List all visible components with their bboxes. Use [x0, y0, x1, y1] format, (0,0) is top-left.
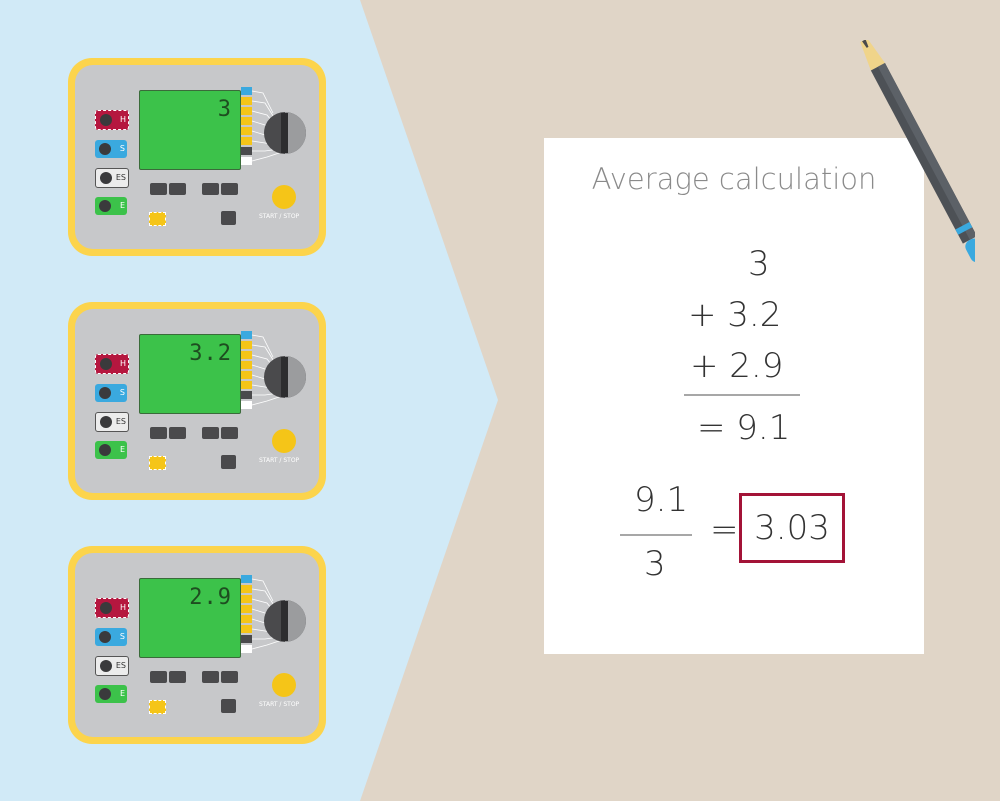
soft-key[interactable]: [202, 183, 219, 195]
meter-display: 3.2: [139, 334, 241, 414]
start-stop-label: START / STOP: [259, 213, 300, 220]
meter-1: H S ES E 3 START / STOP: [68, 58, 326, 256]
soft-key[interactable]: [221, 183, 238, 195]
start-stop-button[interactable]: [272, 429, 296, 453]
e-label: E: [119, 445, 125, 454]
meter-display: 2.9: [139, 578, 241, 658]
fraction-numerator: 9.1: [634, 480, 689, 520]
es-label: ES: [115, 417, 126, 426]
meter-reading: 3.2: [189, 341, 232, 366]
soft-key[interactable]: [169, 427, 186, 439]
soft-key[interactable]: [150, 427, 167, 439]
fraction-bar: [620, 534, 692, 536]
soft-key[interactable]: [150, 671, 167, 683]
s-label: S: [119, 388, 125, 397]
h-label: H: [119, 115, 126, 124]
start-stop-button[interactable]: [272, 673, 296, 697]
e-button[interactable]: E: [95, 685, 127, 703]
s-button[interactable]: S: [95, 140, 127, 158]
sum-line: = 9.1: [697, 408, 791, 448]
soft-key[interactable]: [202, 427, 219, 439]
equals-sign: =: [710, 510, 739, 550]
meter-3: H S ES E 2.9 START / STOP: [68, 546, 326, 744]
es-label: ES: [115, 173, 126, 182]
h-label: H: [119, 603, 126, 612]
soft-key[interactable]: [150, 183, 167, 195]
es-label: ES: [115, 661, 126, 670]
h-button[interactable]: H: [95, 598, 129, 618]
meter-face: H S ES E 3.2 START / STOP: [75, 309, 319, 493]
indicator-key[interactable]: [149, 212, 166, 226]
function-key[interactable]: [221, 455, 236, 469]
addend-2: + 3.2: [688, 295, 782, 335]
h-button[interactable]: H: [95, 110, 129, 130]
function-key[interactable]: [221, 211, 236, 225]
meter-2: H S ES E 3.2 START / STOP: [68, 302, 326, 500]
e-label: E: [119, 201, 125, 210]
meter-face: H S ES E 2.9 START / STOP: [75, 553, 319, 737]
fraction-denominator: 3: [644, 544, 666, 584]
meter-reading: 2.9: [189, 585, 232, 610]
addend-3: + 2.9: [690, 346, 784, 386]
s-label: S: [119, 144, 125, 153]
e-label: E: [119, 689, 125, 698]
function-key[interactable]: [221, 699, 236, 713]
e-button[interactable]: E: [95, 197, 127, 215]
meter-reading: 3: [217, 97, 232, 122]
pencil-icon: [860, 40, 975, 263]
h-label: H: [119, 359, 126, 368]
es-button[interactable]: ES: [95, 168, 129, 188]
es-button[interactable]: ES: [95, 412, 129, 432]
dial-icon[interactable]: [235, 571, 315, 671]
indicator-key[interactable]: [149, 700, 166, 714]
soft-key[interactable]: [169, 183, 186, 195]
soft-key[interactable]: [169, 671, 186, 683]
result-box: 3.03: [739, 493, 845, 563]
result-value: 3.03: [754, 508, 830, 548]
soft-key[interactable]: [221, 427, 238, 439]
start-stop-label: START / STOP: [259, 701, 300, 708]
s-button[interactable]: S: [95, 384, 127, 402]
dial-icon[interactable]: [235, 83, 315, 183]
addend-1: 3: [748, 244, 770, 284]
indicator-key[interactable]: [149, 456, 166, 470]
meter-display: 3: [139, 90, 241, 170]
soft-key[interactable]: [202, 671, 219, 683]
e-button[interactable]: E: [95, 441, 127, 459]
dial-icon[interactable]: [235, 327, 315, 427]
s-button[interactable]: S: [95, 628, 127, 646]
s-label: S: [119, 632, 125, 641]
sum-rule: [684, 394, 800, 396]
h-button[interactable]: H: [95, 354, 129, 374]
es-button[interactable]: ES: [95, 656, 129, 676]
start-stop-button[interactable]: [272, 185, 296, 209]
meter-face: H S ES E 3 START / STOP: [75, 65, 319, 249]
soft-key[interactable]: [221, 671, 238, 683]
start-stop-label: START / STOP: [259, 457, 300, 464]
